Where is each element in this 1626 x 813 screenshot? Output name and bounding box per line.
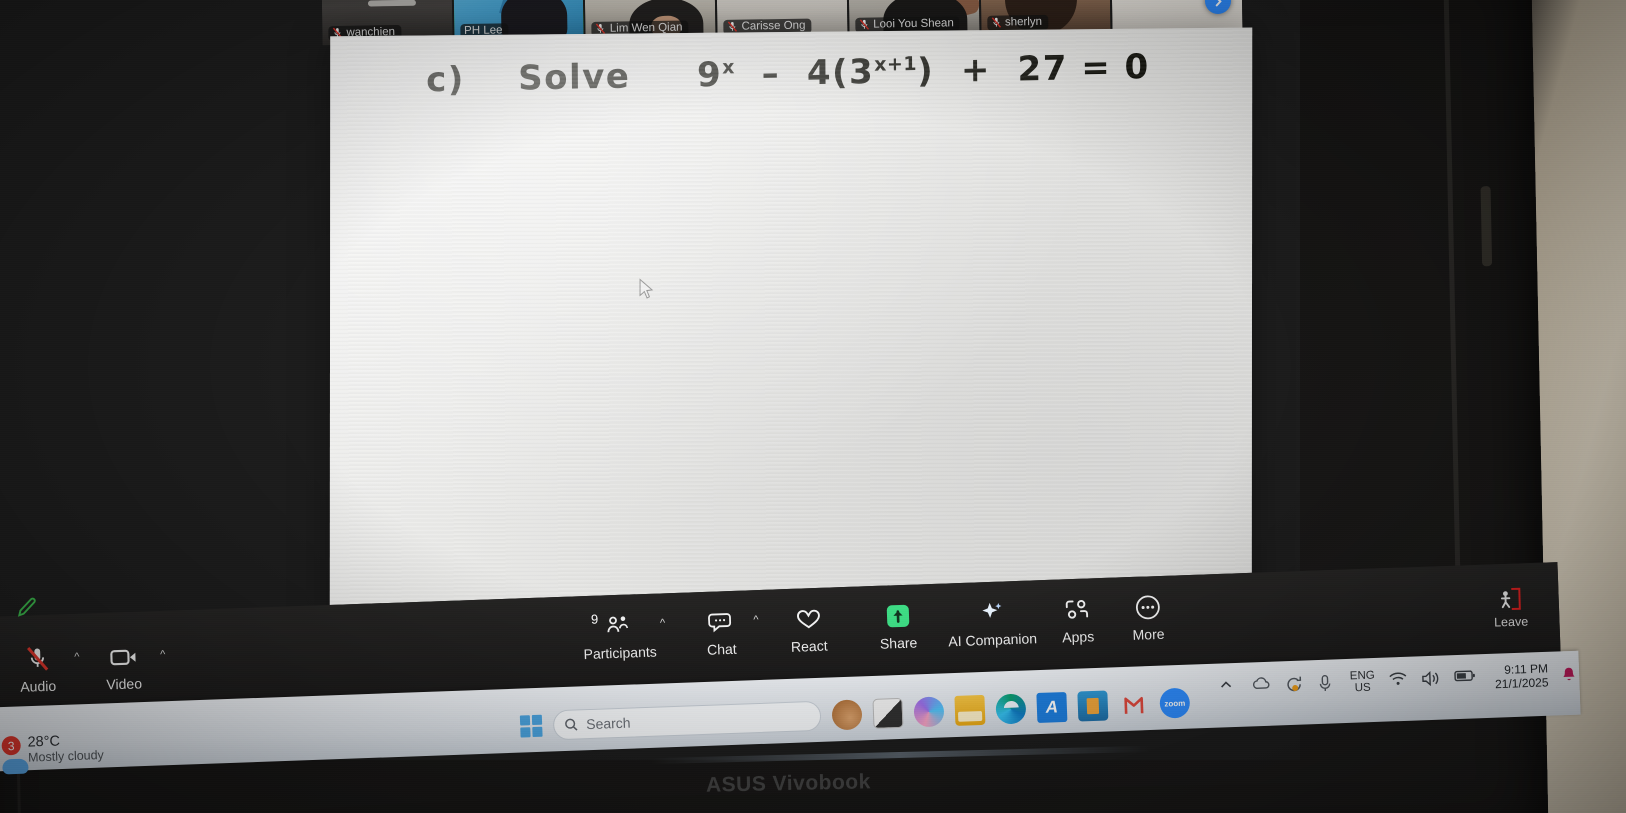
participants-count: 9 bbox=[590, 611, 599, 627]
apps-label: Apps bbox=[1061, 628, 1095, 646]
react-label: React bbox=[790, 637, 828, 655]
participant-nametag: sherlyn bbox=[986, 14, 1049, 31]
cloud-icon[interactable] bbox=[1251, 675, 1272, 696]
apps-button[interactable]: Apps bbox=[1040, 594, 1116, 647]
mouse-pointer-icon bbox=[639, 278, 654, 299]
participants-label: Participants bbox=[583, 643, 657, 663]
taskbar-clock[interactable]: 9:11 PM 21/1/2025 bbox=[1494, 661, 1549, 692]
search-placeholder: Search bbox=[585, 714, 631, 733]
speaker-icon[interactable] bbox=[1421, 669, 1442, 690]
share-label: Share bbox=[879, 634, 918, 652]
file-explorer-icon[interactable] bbox=[954, 694, 986, 726]
leave-button[interactable]: Leave bbox=[1475, 585, 1547, 647]
video-label: Video bbox=[106, 675, 143, 693]
audio-caret-icon[interactable]: ^ bbox=[74, 651, 80, 663]
windows-start-icon[interactable] bbox=[519, 714, 543, 738]
mic-muted-icon bbox=[727, 21, 738, 32]
weather-condition: Mostly cloudy bbox=[27, 747, 105, 765]
edge-icon[interactable] bbox=[995, 693, 1027, 725]
ai-companion-label: AI Companion bbox=[948, 630, 1038, 650]
more-button[interactable]: More bbox=[1114, 591, 1182, 643]
video-camera-icon bbox=[109, 642, 138, 673]
equation-term2-base: 3 bbox=[848, 52, 875, 93]
handwritten-equation: c) Solve 9x – 4(3x+1) + 27 = 0 bbox=[425, 47, 1150, 131]
widget-pet-icon[interactable] bbox=[831, 699, 863, 731]
chevron-right-icon bbox=[1215, 0, 1222, 6]
microsoft-store-icon[interactable] bbox=[1077, 690, 1109, 722]
sparkle-icon bbox=[978, 597, 1005, 628]
zoom-meeting-window: wanchien PH Lee Lim Wen Qian Carisse Ong… bbox=[0, 0, 1562, 760]
chat-caret-icon[interactable]: ^ bbox=[753, 614, 759, 626]
cloud-icon bbox=[2, 758, 29, 775]
laptop-side-port bbox=[1480, 186, 1493, 267]
equation-coefficient: 4( bbox=[806, 52, 850, 94]
participant-name: sherlyn bbox=[1004, 15, 1043, 29]
taskbar-weather-widget[interactable]: 3 28°C Mostly cloudy bbox=[1, 725, 203, 782]
people-icon bbox=[606, 610, 633, 641]
zoom-icon[interactable]: zoom bbox=[1159, 687, 1191, 719]
laptop-screen: wanchien PH Lee Lim Wen Qian Carisse Ong… bbox=[0, 0, 1562, 760]
share-arrow-up-icon bbox=[884, 601, 911, 632]
microphone-icon[interactable] bbox=[1317, 673, 1338, 694]
video-caret-icon[interactable]: ^ bbox=[160, 649, 166, 661]
mic-muted-icon bbox=[991, 17, 1001, 28]
bell-icon[interactable] bbox=[1561, 665, 1578, 684]
leave-door-icon bbox=[1500, 587, 1521, 610]
chat-button[interactable]: Chat ^ bbox=[677, 606, 766, 659]
more-label: More bbox=[1132, 625, 1165, 643]
heart-icon bbox=[794, 604, 822, 635]
equation-term2-exponent: x+1 bbox=[874, 52, 918, 76]
bezel-right-edge bbox=[1442, 0, 1462, 652]
participant-name: Carisse Ong bbox=[741, 19, 806, 33]
copilot-icon[interactable] bbox=[913, 696, 945, 728]
equation-operator-1: – bbox=[761, 53, 781, 95]
apps-grid-icon bbox=[1064, 594, 1091, 625]
battery-icon[interactable] bbox=[1454, 668, 1475, 689]
app-red-m-icon[interactable] bbox=[1118, 689, 1149, 720]
equation-constant: 27 bbox=[1017, 48, 1069, 90]
equation-label: c) bbox=[425, 59, 465, 101]
participants-caret-icon[interactable]: ^ bbox=[660, 617, 666, 629]
equation-operator-2: + bbox=[960, 49, 992, 91]
language-indicator[interactable]: ENG US bbox=[1350, 669, 1376, 695]
participants-button[interactable]: 9 Participants ^ bbox=[561, 609, 679, 663]
device-brand-label: ASUS Vivobook bbox=[705, 770, 872, 797]
ai-companion-button[interactable]: AI Companion bbox=[943, 596, 1042, 649]
share-button[interactable]: Share bbox=[852, 600, 945, 653]
equation-equals: = 0 bbox=[1081, 47, 1150, 89]
search-icon bbox=[565, 718, 578, 731]
task-view-icon[interactable] bbox=[872, 697, 904, 729]
search-input[interactable]: Search bbox=[552, 700, 822, 741]
equation-close-paren: ) bbox=[917, 50, 935, 92]
equation-verb: Solve bbox=[518, 56, 631, 99]
ellipsis-icon bbox=[1134, 592, 1161, 623]
audio-label: Audio bbox=[20, 677, 57, 695]
chat-label: Chat bbox=[706, 640, 737, 658]
pencil-icon[interactable] bbox=[14, 594, 41, 621]
photographed-laptop-scene: wanchien PH Lee Lim Wen Qian Carisse Ong… bbox=[0, 0, 1626, 813]
leave-label: Leave bbox=[1493, 614, 1529, 630]
app-blue-a-icon[interactable]: A bbox=[1036, 691, 1068, 724]
audio-button[interactable]: Audio ^ bbox=[15, 644, 80, 715]
equation-term1-base: 9 bbox=[696, 54, 723, 96]
mic-muted-icon bbox=[24, 644, 51, 675]
react-button[interactable]: React bbox=[764, 603, 853, 656]
shared-whiteboard[interactable]: c) Solve 9x – 4(3x+1) + 27 = 0 bbox=[329, 27, 1253, 641]
language-line-2: US bbox=[1354, 681, 1371, 695]
language-line-1: ENG bbox=[1349, 669, 1375, 682]
participant-name: Looi You Shean bbox=[873, 17, 954, 31]
notification-badge: 3 bbox=[1, 735, 22, 756]
chevron-up-icon[interactable] bbox=[1218, 676, 1239, 697]
mic-muted-icon bbox=[859, 19, 869, 30]
chat-bubble-icon bbox=[707, 607, 734, 638]
clock-date: 21/1/2025 bbox=[1494, 675, 1549, 692]
wifi-icon[interactable] bbox=[1388, 670, 1409, 691]
update-refresh-icon[interactable] bbox=[1284, 674, 1305, 695]
equation-term1-exponent: x bbox=[722, 56, 736, 79]
